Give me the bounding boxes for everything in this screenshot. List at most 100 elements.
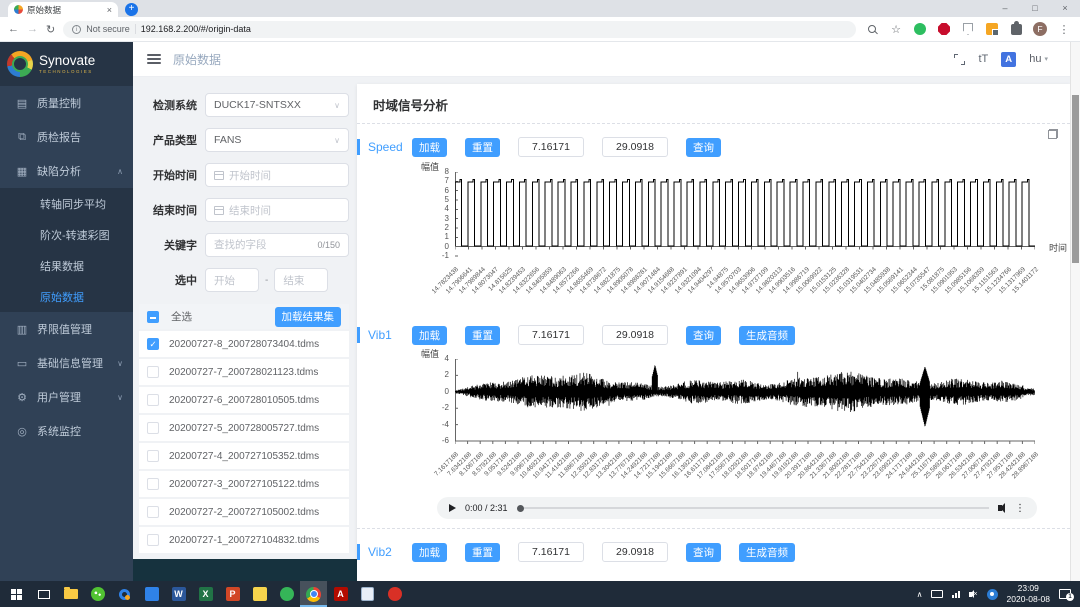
taskbar-app-ring-browser[interactable]: [111, 581, 138, 607]
taskbar-app-word[interactable]: W: [165, 581, 192, 607]
checkbox[interactable]: [147, 394, 159, 406]
checkbox[interactable]: [147, 366, 159, 378]
forward-icon[interactable]: →: [27, 23, 38, 35]
font-size-icon[interactable]: tT: [978, 53, 988, 65]
file-list-item[interactable]: ✓20200727-8_200728073404.tdms: [139, 331, 349, 357]
load-button[interactable]: 加载: [412, 326, 447, 345]
taskbar-app-chrome[interactable]: [300, 581, 327, 607]
shield-extension-icon[interactable]: [960, 21, 976, 37]
sidebar-item-quality-control[interactable]: ▤质量控制: [0, 86, 133, 120]
window-minimize-button[interactable]: –: [990, 0, 1020, 17]
restore-layout-icon[interactable]: [1048, 129, 1058, 139]
generate-audio-button[interactable]: 生成音频: [739, 326, 795, 345]
file-list-item[interactable]: 20200727-7_200728021123.tdms: [139, 359, 349, 385]
keyword-input[interactable]: [214, 239, 312, 251]
zoom-icon[interactable]: [864, 21, 880, 37]
fullscreen-icon[interactable]: [954, 54, 965, 65]
range-to-input[interactable]: [602, 137, 668, 157]
network-icon[interactable]: [952, 591, 960, 598]
range-to-input[interactable]: [602, 325, 668, 345]
sidebar-item-order-speed-colormap[interactable]: 阶次-转速彩图: [0, 219, 133, 250]
taskbar-app-red-app[interactable]: [381, 581, 408, 607]
profile-avatar[interactable]: F: [1032, 21, 1048, 37]
query-button[interactable]: 查询: [686, 326, 721, 345]
scrollbar-thumb[interactable]: [1072, 95, 1079, 263]
address-bar[interactable]: i Not secure 192.168.2.200/#/origin-data: [63, 21, 856, 38]
checkbox[interactable]: [147, 422, 159, 434]
checkbox[interactable]: [147, 506, 159, 518]
sidebar-item-limit-management[interactable]: ▥界限值管理: [0, 312, 133, 346]
sidebar-item-basic-info-management[interactable]: ▭基础信息管理∨: [0, 346, 133, 380]
action-center-icon[interactable]: 1: [1059, 589, 1071, 599]
sidebar-item-system-monitor[interactable]: ◎系统监控: [0, 414, 133, 448]
keyboard-icon[interactable]: [931, 590, 943, 598]
load-button[interactable]: 加载: [412, 138, 447, 157]
range-from-input[interactable]: [518, 137, 584, 157]
browser-tab[interactable]: 原始数据 ×: [8, 2, 118, 17]
checkbox[interactable]: [147, 478, 159, 490]
checkbox[interactable]: [147, 534, 159, 546]
orange-extension-icon[interactable]: [984, 21, 1000, 37]
file-list-item[interactable]: 20200727-1_200727104832.tdms: [139, 527, 349, 553]
checkbox-checked[interactable]: ✓: [147, 338, 159, 350]
file-list-item[interactable]: 20200727-6_200728010505.tdms: [139, 387, 349, 413]
checkbox[interactable]: [147, 450, 159, 462]
taskbar-app-green-app[interactable]: [273, 581, 300, 607]
file-list-item[interactable]: 20200727-4_200727105352.tdms: [139, 443, 349, 469]
load-results-button[interactable]: 加载结果集: [275, 307, 342, 327]
file-list-item[interactable]: 20200727-2_200727105002.tdms: [139, 499, 349, 525]
taskbar-app-task-view[interactable]: [30, 581, 57, 607]
range-from-input[interactable]: [518, 542, 584, 562]
audio-progress-bar[interactable]: [517, 507, 989, 509]
taskbar-app-mail-app[interactable]: [138, 581, 165, 607]
taskbar-clock[interactable]: 23:09 2020-08-08: [1007, 583, 1050, 604]
taskbar-app-file-explorer[interactable]: [57, 581, 84, 607]
volume-muted-icon[interactable]: ×: [969, 591, 977, 598]
volume-icon[interactable]: [998, 505, 1002, 511]
browser-menu-icon[interactable]: ⋮: [1056, 21, 1072, 37]
file-list-item[interactable]: 20200727-5_200728005727.tdms: [139, 415, 349, 441]
evernote-extension-icon[interactable]: [912, 21, 928, 37]
reload-icon[interactable]: ↻: [46, 23, 55, 36]
taskbar-app-acrobat[interactable]: A: [327, 581, 354, 607]
tray-chevron-icon[interactable]: ∧: [917, 590, 923, 599]
select-all-checkbox[interactable]: [147, 311, 159, 323]
play-icon[interactable]: [449, 504, 456, 512]
query-button[interactable]: 查询: [686, 138, 721, 157]
reset-button[interactable]: 重置: [465, 326, 500, 345]
range-start-input[interactable]: 开始: [205, 268, 259, 292]
extensions-puzzle-icon[interactable]: [1008, 21, 1024, 37]
window-maximize-button[interactable]: □: [1020, 0, 1050, 17]
range-from-input[interactable]: [518, 325, 584, 345]
window-close-button[interactable]: ×: [1050, 0, 1080, 17]
start-time-picker[interactable]: 开始时间: [205, 163, 349, 187]
language-icon[interactable]: A: [1001, 52, 1016, 67]
product-type-select[interactable]: FANS ∨: [205, 128, 349, 152]
reset-button[interactable]: 重置: [465, 543, 500, 562]
sidebar-item-origin-data[interactable]: 原始数据: [0, 281, 133, 312]
end-time-picker[interactable]: 结束时间: [205, 198, 349, 222]
audio-progress-handle[interactable]: [517, 505, 524, 512]
taskbar-app-viewer-app[interactable]: [354, 581, 381, 607]
sidebar-item-result-data[interactable]: 结果数据: [0, 250, 133, 281]
keyword-input-wrap[interactable]: 0/150: [205, 233, 349, 257]
taskbar-app-excel[interactable]: X: [192, 581, 219, 607]
sidebar-item-user-management[interactable]: ⚙用户管理∨: [0, 380, 133, 414]
page-scrollbar[interactable]: [1070, 42, 1080, 581]
range-end-input[interactable]: 结束: [274, 268, 328, 292]
tab-close-icon[interactable]: ×: [107, 5, 112, 15]
bookmark-star-icon[interactable]: ☆: [888, 21, 904, 37]
taskbar-app-sticky-notes[interactable]: [246, 581, 273, 607]
user-menu[interactable]: hu ▾: [1029, 53, 1048, 65]
info-icon[interactable]: i: [72, 25, 81, 34]
query-button[interactable]: 查询: [686, 543, 721, 562]
taskbar-app-wechat[interactable]: [84, 581, 111, 607]
generate-audio-button[interactable]: 生成音频: [739, 543, 795, 562]
input-method-icon[interactable]: [987, 589, 998, 600]
sidebar-item-defect-analysis[interactable]: ▦缺陷分析∧: [0, 154, 133, 188]
file-list-item[interactable]: 20200727-3_200727105122.tdms: [139, 471, 349, 497]
back-icon[interactable]: ←: [8, 23, 19, 35]
hamburger-icon[interactable]: [147, 54, 161, 64]
detect-system-select[interactable]: DUCK17-SNTSXX ∨: [205, 93, 349, 117]
taskbar-app-start[interactable]: [3, 581, 30, 607]
